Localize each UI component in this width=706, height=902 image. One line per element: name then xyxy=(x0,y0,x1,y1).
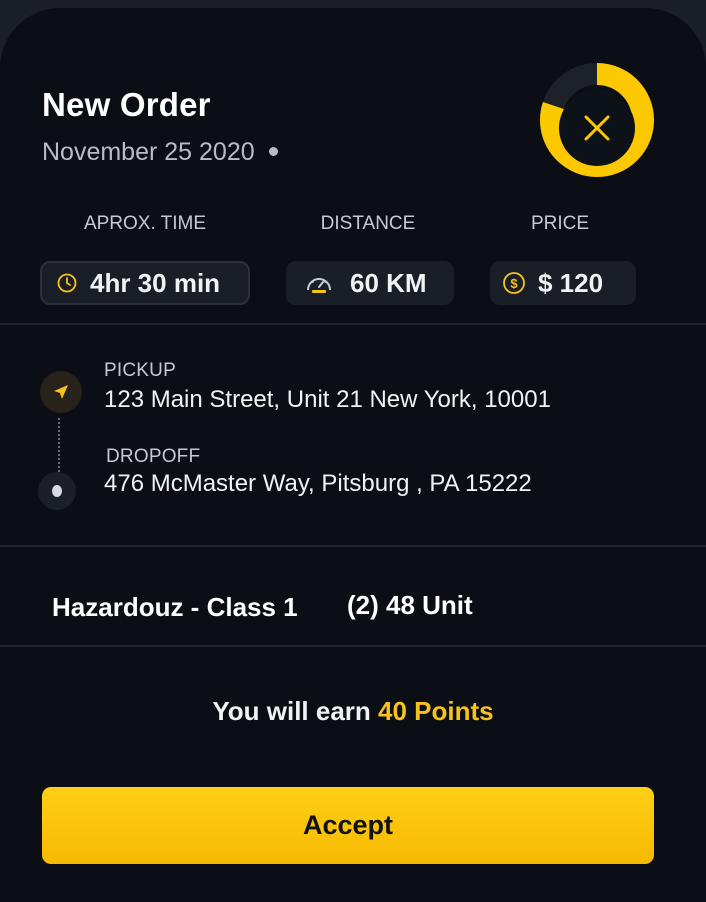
earn-prefix: You will earn xyxy=(212,696,371,726)
svg-text:$: $ xyxy=(510,276,518,291)
price-pill: $ $ 120 xyxy=(490,261,636,305)
distance-pill: 60 KM xyxy=(286,261,454,305)
cargo-units: (2) 48 Unit xyxy=(347,590,473,620)
time-value: 4hr 30 min xyxy=(90,267,221,298)
distance-label: DISTANCE xyxy=(320,213,416,234)
dropoff-marker xyxy=(38,472,76,510)
dropoff-label: DROPOFF xyxy=(106,446,201,467)
dropoff-address: 476 McMaster Way, Pitsburg , PA 15222 xyxy=(104,470,532,497)
status-dot xyxy=(268,146,278,156)
speedometer-icon xyxy=(304,270,334,296)
navigation-arrow-icon xyxy=(54,385,68,399)
dollar-coin-icon: $ xyxy=(502,271,526,295)
earn-message: You will earn 40 Points xyxy=(0,696,706,727)
time-pill: 4hr 30 min xyxy=(40,261,250,305)
clock-icon xyxy=(56,272,78,294)
divider xyxy=(0,545,706,547)
route-connector xyxy=(58,418,60,472)
distance-value: 60 KM xyxy=(350,267,427,298)
accept-button[interactable]: Accept xyxy=(42,787,654,864)
order-card: New Order November 25 2020 APROX. TIME D… xyxy=(0,8,706,902)
order-date-text: November 25 2020 xyxy=(42,138,255,166)
pickup-address: 123 Main Street, Unit 21 New York, 10001 xyxy=(104,386,551,413)
dropoff-dot xyxy=(52,485,62,497)
divider xyxy=(0,645,706,647)
order-date: November 25 2020 xyxy=(42,138,278,167)
time-label: APROX. TIME xyxy=(83,213,207,234)
page-title: New Order xyxy=(42,86,211,123)
cargo-class: Hazardouz - Class 1 xyxy=(52,592,298,622)
divider xyxy=(0,323,706,325)
price-value: $ 120 xyxy=(538,267,604,298)
close-icon xyxy=(584,115,610,141)
earn-points: 40 Points xyxy=(378,696,494,726)
close-button[interactable] xyxy=(559,90,635,166)
price-label: PRICE xyxy=(530,213,590,234)
pickup-label: PICKUP xyxy=(104,360,176,381)
pickup-marker xyxy=(40,371,82,413)
